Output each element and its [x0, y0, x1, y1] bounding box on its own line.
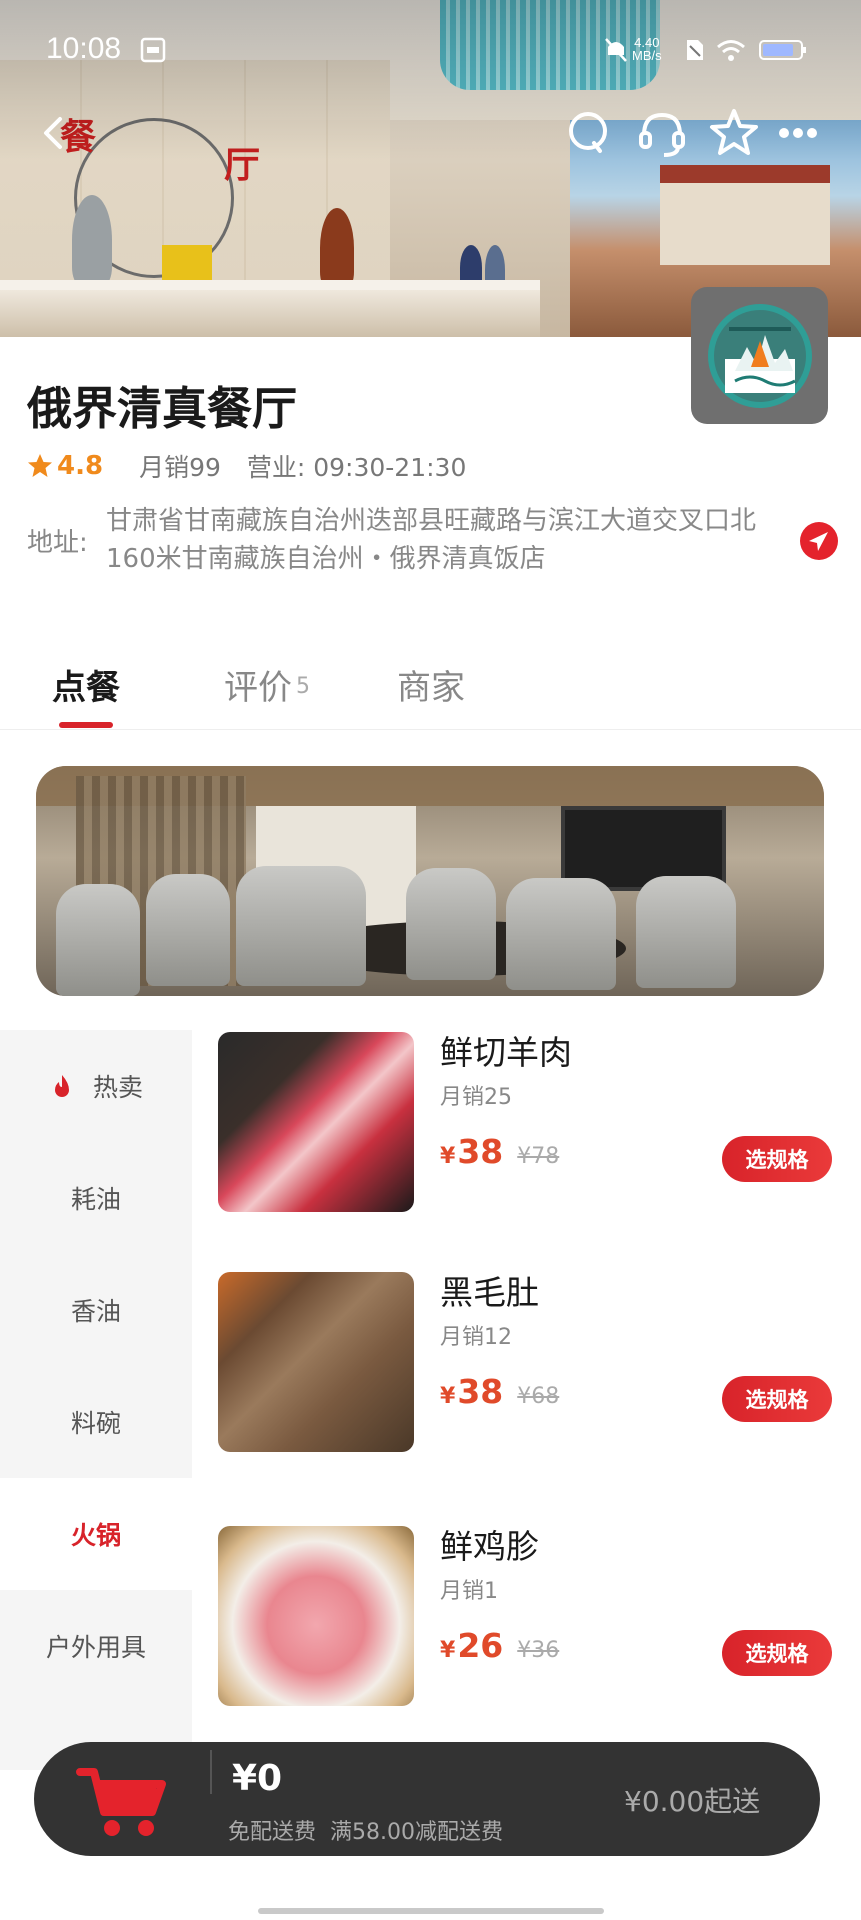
delivery-info: 免配送费 满58.00减配送费	[228, 1814, 503, 1846]
storage-icon	[140, 37, 166, 63]
product-price: 38	[457, 1132, 504, 1171]
wifi-icon	[717, 40, 745, 61]
review-count: 5	[296, 674, 310, 699]
product-card[interactable]: 黑毛肚 月销12 ¥ 38 ¥68 选规格	[218, 1272, 843, 1467]
product-image	[218, 1272, 414, 1452]
cart-button[interactable]	[74, 1762, 174, 1842]
category-hot[interactable]: 热卖	[0, 1030, 192, 1142]
category-item[interactable]: 户外用具	[0, 1590, 192, 1702]
category-hotpot[interactable]: 火锅	[0, 1478, 192, 1590]
select-spec-button[interactable]: 选规格	[722, 1136, 832, 1182]
product-price: 26	[457, 1626, 504, 1665]
cart-divider	[210, 1750, 212, 1794]
mute-icon	[605, 38, 627, 62]
shopping-cart-icon	[76, 1768, 166, 1836]
battery-icon	[759, 40, 806, 60]
original-price: ¥78	[517, 1144, 560, 1169]
store-rating: 4.8	[57, 451, 104, 481]
currency-symbol: ¥	[440, 1144, 456, 1169]
back-icon[interactable]	[26, 105, 82, 161]
tab-reviews[interactable]: 评价 5	[224, 660, 310, 709]
product-name: 鲜鸡胗	[440, 1527, 539, 1566]
rating-star-icon	[28, 454, 52, 477]
minimum-order: ¥0.00起送	[624, 1785, 761, 1818]
product-name: 鲜切羊肉	[440, 1033, 572, 1072]
search-icon[interactable]	[562, 105, 618, 161]
category-item[interactable]: 料碗	[0, 1366, 192, 1478]
store-hours: 营业: 09:30-21:30	[246, 453, 467, 482]
currency-symbol: ¥	[440, 1384, 456, 1409]
sim-icon	[687, 40, 703, 60]
product-card[interactable]: 鲜切羊肉 月销25 ¥ 38 ¥78 选规格	[218, 1032, 843, 1227]
home-indicator[interactable]	[258, 1908, 604, 1914]
price-row: ¥ 26 ¥36	[440, 1626, 559, 1665]
store-name: 俄界清真餐厅	[27, 382, 298, 435]
active-tab-indicator	[59, 722, 113, 728]
product-image	[218, 1032, 414, 1212]
product-card[interactable]: 鲜鸡胗 月销1 ¥ 26 ¥36 选规格	[218, 1526, 843, 1721]
select-spec-button[interactable]: 选规格	[722, 1630, 832, 1676]
free-delivery-label: 免配送费	[228, 1820, 317, 1845]
net-speed: 4.40 MB/s	[632, 35, 662, 63]
store-tabs: 点餐 评价 5 商家	[0, 650, 861, 730]
store-logo	[691, 287, 828, 424]
product-sales: 月销1	[440, 1579, 498, 1604]
product-image	[218, 1526, 414, 1706]
price-row: ¥ 38 ¥68	[440, 1372, 559, 1411]
favorite-star-icon[interactable]	[706, 105, 762, 161]
store-monthly-sales: 月销99	[139, 453, 221, 482]
navigation-arrow-icon	[809, 532, 828, 551]
currency-symbol: ¥	[440, 1638, 456, 1663]
promo-banner[interactable]	[36, 766, 824, 996]
status-time: 10:08	[46, 32, 122, 65]
select-spec-button[interactable]: 选规格	[722, 1376, 832, 1422]
customer-service-icon[interactable]	[634, 105, 690, 161]
flame-icon	[54, 1075, 69, 1097]
store-address: 甘肃省甘南藏族自治州迭部县旺藏路与滨江大道交叉口北160米甘南藏族自治州・俄界清…	[106, 506, 757, 574]
store-logo-emblem	[707, 303, 812, 408]
delivery-promo: 满58.00减配送费	[330, 1820, 503, 1845]
product-sales: 月销25	[440, 1085, 512, 1110]
address-label: 地址:	[27, 528, 88, 558]
category-sidebar: 热卖 耗油 香油 料碗 火锅 户外用具	[0, 1030, 192, 1770]
store-meta-row: 4.8 月销99 营业: 09:30-21:30	[27, 446, 466, 486]
tab-order[interactable]: 点餐	[52, 660, 120, 709]
original-price: ¥68	[517, 1384, 560, 1409]
tab-merchant[interactable]: 商家	[397, 660, 465, 709]
cart-total: ¥0	[232, 1758, 283, 1799]
status-bar: 10:08 4.40 MB/s	[0, 0, 861, 100]
product-price: 38	[457, 1372, 504, 1411]
navigate-button[interactable]	[800, 522, 838, 560]
cart-bar[interactable]: ¥0 免配送费 满58.00减配送费 ¥0.00起送	[34, 1742, 820, 1856]
more-icon[interactable]	[770, 105, 826, 161]
category-item[interactable]: 耗油	[0, 1142, 192, 1254]
price-row: ¥ 38 ¥78	[440, 1132, 559, 1171]
category-item[interactable]: 香油	[0, 1254, 192, 1366]
original-price: ¥36	[517, 1638, 560, 1663]
product-name: 黑毛肚	[440, 1273, 539, 1312]
product-sales: 月销12	[440, 1325, 512, 1350]
